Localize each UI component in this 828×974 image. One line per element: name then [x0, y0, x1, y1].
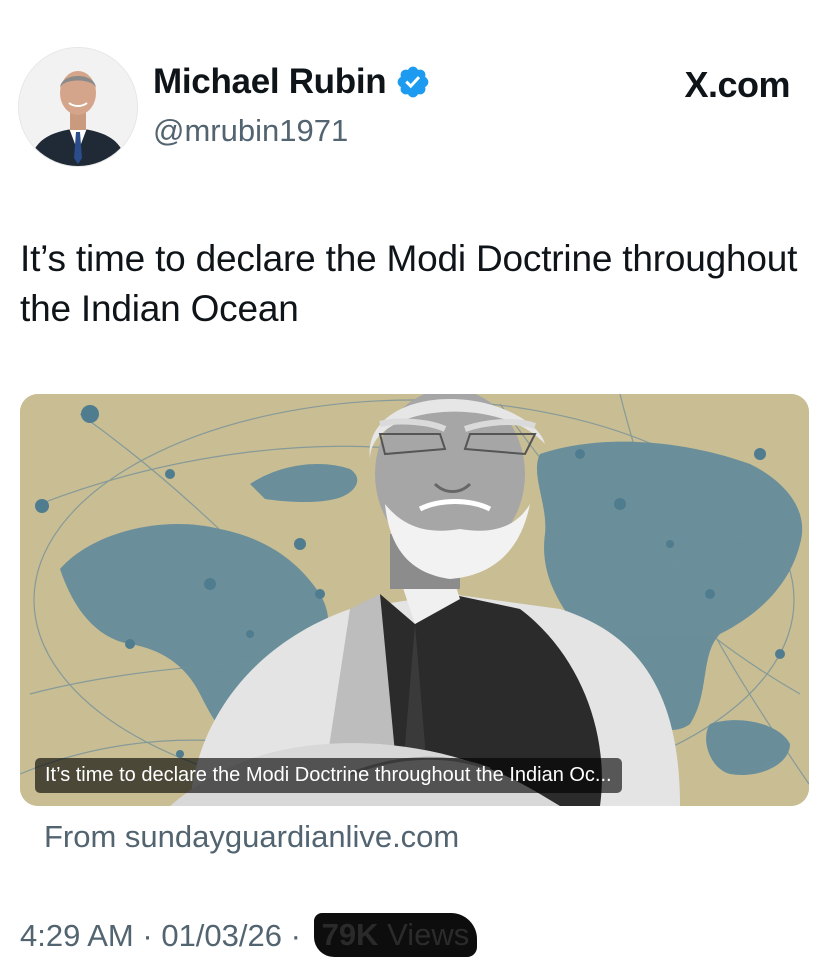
author-name-row: Michael Rubin: [153, 62, 431, 102]
views-label: Views: [387, 916, 470, 952]
article-image-icon: [20, 394, 809, 806]
tweet-time[interactable]: 4:29 AM: [20, 918, 134, 953]
author-handle[interactable]: @mrubin1971: [153, 113, 348, 149]
views-count: 79K: [321, 916, 379, 952]
author-name[interactable]: Michael Rubin: [153, 62, 387, 102]
card-headline: It’s time to declare the Modi Doctrine t…: [35, 758, 622, 793]
tweet-date[interactable]: 01/03/26: [161, 918, 282, 953]
profile-photo-icon: [19, 48, 137, 166]
x-brand-logo: X.com: [684, 64, 790, 105]
author-avatar[interactable]: [18, 47, 138, 167]
tweet-text: It’s time to declare the Modi Doctrine t…: [20, 238, 798, 329]
meta-separator: ·: [290, 918, 301, 953]
link-preview-card[interactable]: It’s time to declare the Modi Doctrine t…: [20, 394, 809, 806]
tweet-metadata: 4:29 AM · 01/03/26 · 79K Views: [20, 912, 478, 957]
verified-badge-icon: [397, 66, 429, 98]
views-redaction: 79K Views: [313, 912, 478, 957]
card-source-domain[interactable]: From sundayguardianlive.com: [44, 819, 459, 855]
meta-separator: ·: [142, 918, 153, 953]
